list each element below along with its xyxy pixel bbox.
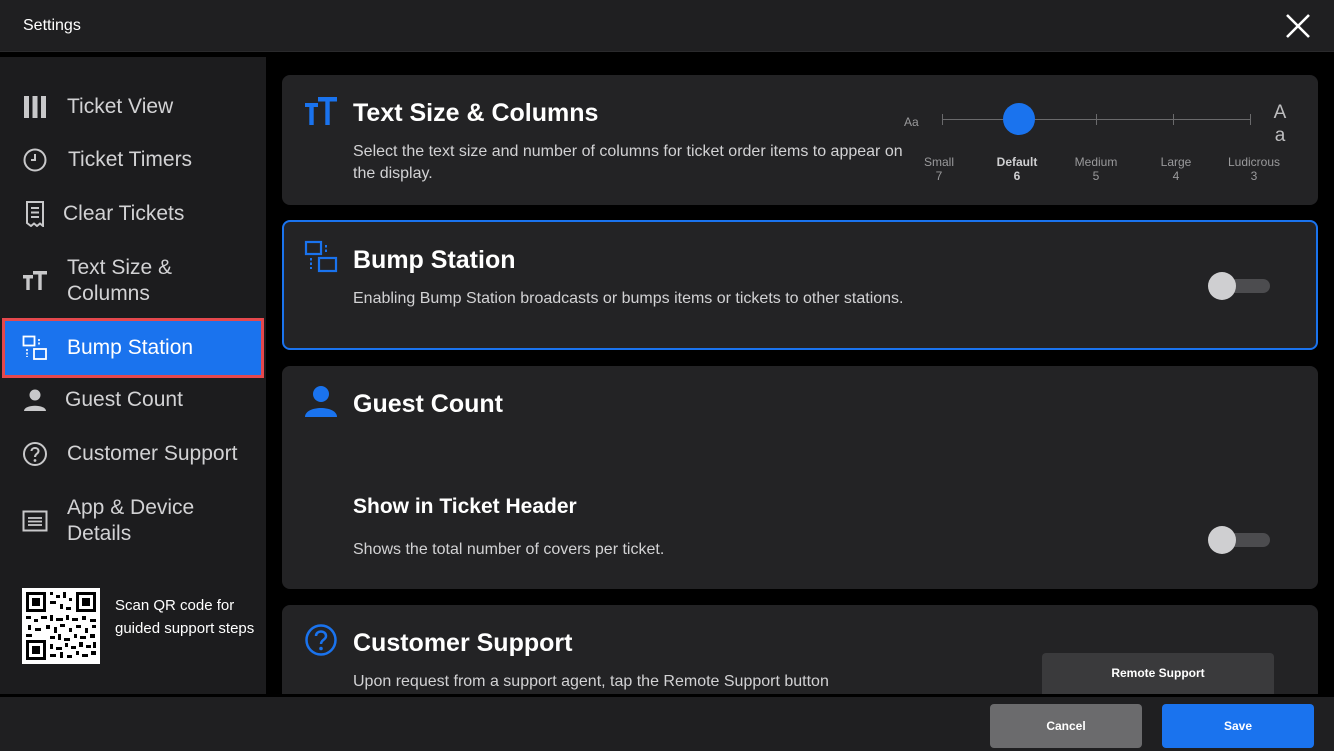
customer-support-title: Customer Support (353, 629, 573, 657)
footer-bar: Cancel Save (0, 697, 1334, 751)
stop-label: Medium (1074, 155, 1118, 169)
sidebar-item-label: Customer Support (67, 442, 238, 465)
large-glyph-upper: A (1273, 102, 1287, 123)
show-in-header-description: Shows the total number of covers per tic… (353, 541, 665, 558)
clock-icon (22, 147, 48, 173)
stop-label: Ludicrous (1227, 155, 1281, 169)
save-button[interactable]: Save (1162, 704, 1314, 748)
stop-label: Large (1160, 155, 1192, 169)
sidebar-item-label: App & Device Details (67, 496, 195, 545)
stop-label: Default (996, 155, 1038, 169)
large-text-glyph: A a (1270, 101, 1290, 147)
sidebar-item-label: Ticket View (67, 95, 174, 118)
sidebar-item-label: Bump Station (67, 336, 194, 359)
sidebar-item-label: Clear Tickets (63, 202, 185, 225)
text-size-icon (22, 268, 48, 294)
settings-content: Text Size & Columns Select the text size… (266, 57, 1334, 694)
text-size-slider[interactable]: Aa A a Small 7 Default 6 Medium 5 Large … (902, 93, 1302, 193)
person-icon (22, 387, 48, 413)
close-icon (1286, 14, 1310, 38)
window-title: Settings (23, 17, 81, 34)
guest-count-card: Guest Count Show in Ticket Header Shows … (282, 366, 1318, 589)
show-in-header-toggle[interactable] (1208, 523, 1272, 554)
slider-stop-ludicrous[interactable]: Ludicrous 3 (1214, 155, 1294, 183)
large-glyph-lower: a (1274, 125, 1286, 146)
slider-thumb[interactable] (1003, 103, 1035, 135)
sidebar-item-ticket-timers[interactable]: Ticket Timers (0, 146, 266, 174)
sidebar-item-guest-count[interactable]: Guest Count (0, 386, 266, 414)
bump-station-description: Enabling Bump Station broadcasts or bump… (353, 290, 904, 307)
sidebar-item-text-size[interactable]: Text Size & Columns (0, 253, 266, 309)
stop-columns: 6 (1013, 169, 1021, 183)
stop-columns: 5 (1092, 169, 1100, 183)
slider-tick (1173, 114, 1174, 125)
sidebar-item-app-device-details[interactable]: App & Device Details (0, 493, 266, 549)
sidebar: Ticket View Ticket Timers Clear Tickets … (0, 57, 266, 694)
customer-support-card: Customer Support Upon request from a sup… (282, 605, 1318, 694)
close-button[interactable] (1284, 12, 1312, 40)
cancel-button[interactable]: Cancel (990, 704, 1142, 748)
text-size-icon (304, 95, 340, 131)
receipt-icon (22, 201, 48, 227)
show-in-header-title: Show in Ticket Header (353, 495, 577, 518)
toggle-knob (1208, 526, 1236, 554)
slider-stop-medium[interactable]: Medium 5 (1056, 155, 1136, 183)
stop-label: Small (923, 155, 954, 169)
stop-columns: 3 (1250, 169, 1258, 183)
sidebar-item-bump-station[interactable]: Bump Station (2, 318, 264, 378)
qr-code[interactable] (22, 588, 100, 664)
guest-count-title: Guest Count (353, 390, 503, 418)
person-icon (304, 384, 340, 420)
title-bar: Settings (0, 0, 1334, 52)
slider-tick (1250, 114, 1251, 125)
slider-stop-large[interactable]: Large 4 (1136, 155, 1216, 183)
stop-columns: 7 (935, 169, 943, 183)
text-size-card: Text Size & Columns Select the text size… (282, 75, 1318, 205)
toggle-knob (1208, 272, 1236, 300)
stop-columns: 4 (1172, 169, 1180, 183)
bump-station-card: Bump Station Enabling Bump Station broad… (282, 220, 1318, 350)
sidebar-item-customer-support[interactable]: Customer Support (0, 440, 266, 468)
small-text-glyph: Aa (904, 115, 919, 129)
customer-support-description: Upon request from a support agent, tap t… (353, 673, 829, 690)
sidebar-item-label: Ticket Timers (68, 148, 193, 171)
bump-station-icon (304, 240, 340, 276)
bump-station-toggle[interactable] (1208, 269, 1272, 300)
sidebar-item-label: Guest Count (65, 388, 183, 411)
qr-instructions: Scan QR code for guided support steps (115, 597, 255, 637)
bump-station-title: Bump Station (353, 246, 516, 274)
sidebar-item-clear-tickets[interactable]: Clear Tickets (0, 200, 266, 228)
slider-stop-small[interactable]: Small 7 (899, 155, 979, 183)
slider-tick (942, 114, 943, 125)
help-circle-icon (22, 441, 48, 467)
columns-icon (22, 94, 48, 120)
slider-tick (1096, 114, 1097, 125)
text-size-description: Select the text size and number of colum… (353, 143, 903, 182)
device-details-icon (22, 508, 48, 534)
sidebar-item-label: Text Size & Columns (67, 256, 173, 305)
sidebar-item-ticket-view[interactable]: Ticket View (0, 93, 266, 121)
slider-stop-default[interactable]: Default 6 (977, 155, 1057, 183)
text-size-title: Text Size & Columns (353, 99, 599, 127)
remote-support-button[interactable]: Remote Support (1042, 653, 1274, 694)
bump-station-icon (22, 335, 48, 361)
help-circle-icon (304, 623, 340, 659)
